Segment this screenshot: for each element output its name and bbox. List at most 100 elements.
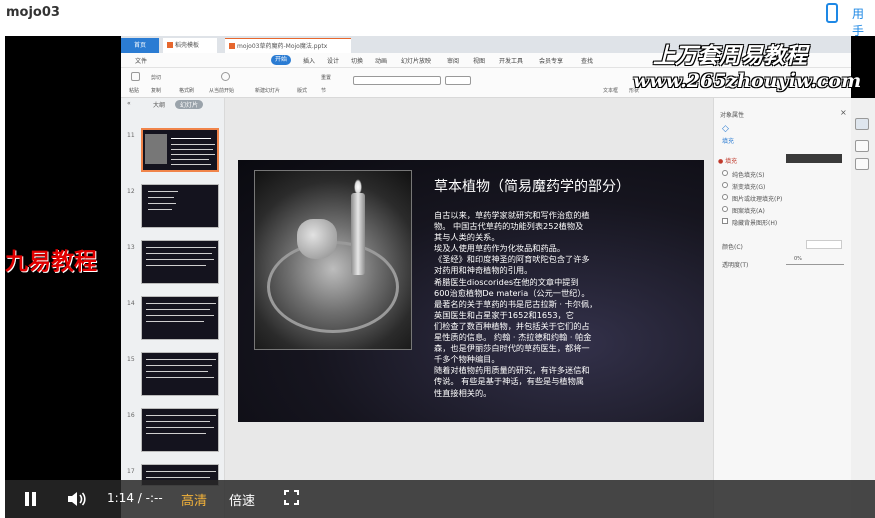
- radio-pattern[interactable]: [722, 206, 728, 212]
- slide-thumbnail-selected[interactable]: [141, 128, 219, 172]
- page-header: mojo03 用手: [0, 0, 875, 39]
- body-line: 物。 中国古代草药的功能列表252植物及: [434, 221, 584, 232]
- body-line: 600治愈植物De materia（公元一世纪）。: [434, 287, 590, 298]
- body-line: 千多个物种编目。: [434, 354, 500, 365]
- radio-picture[interactable]: [722, 194, 728, 200]
- slide-number: 17: [127, 468, 135, 475]
- radio-solid[interactable]: [722, 170, 728, 176]
- page-title: mojo03: [6, 5, 60, 20]
- menu-view[interactable]: 视图: [473, 56, 485, 65]
- current-slide[interactable]: 草本植物（简易魔药学的部分） 自古以来，草药学家就研究和写作治愈的植 物。 中国…: [238, 160, 704, 422]
- slide-number: 14: [127, 300, 135, 307]
- menu-file[interactable]: 文件: [135, 56, 147, 65]
- watermark-url: www.265zhouyiw.com: [633, 70, 862, 92]
- cut-button[interactable]: 剪切: [151, 74, 161, 81]
- tab-home[interactable]: 首页: [121, 38, 159, 53]
- font-size-select[interactable]: [445, 76, 471, 85]
- paste-icon[interactable]: [131, 72, 140, 81]
- object-properties-panel: 对象属性 × ◇ 填充 ● 填充 纯色填充(S) 渐变填充(G) 图片或纹理填充…: [713, 98, 851, 518]
- hide-background-checkbox[interactable]: [722, 218, 728, 224]
- layers-icon[interactable]: [855, 158, 869, 170]
- menu-design[interactable]: 设计: [327, 56, 339, 65]
- slideshow-icon[interactable]: [221, 72, 230, 81]
- body-line: 对药用和神奇植物的引用。: [434, 265, 533, 276]
- option-solid: 纯色填充(S): [732, 172, 765, 179]
- body-line: 传说。 有些是基于神话，有些是与植物属: [434, 376, 584, 387]
- tab-slides[interactable]: 幻灯片: [175, 100, 204, 109]
- user-link[interactable]: 用手: [852, 5, 875, 39]
- color-label: 颜色(C): [722, 244, 743, 251]
- menu-search[interactable]: 查找: [581, 56, 593, 65]
- fullscreen-icon[interactable]: [284, 490, 299, 505]
- tab-template[interactable]: 稻壳模板: [163, 38, 217, 53]
- color-dropdown[interactable]: [806, 240, 842, 249]
- slide-number: 15: [127, 356, 135, 363]
- option-pattern: 图案填充(A): [732, 208, 765, 215]
- fill-tab[interactable]: 填充: [722, 136, 734, 145]
- format-painter-button[interactable]: 格式刷: [179, 87, 194, 94]
- paste-button[interactable]: 粘贴: [129, 87, 139, 94]
- candle-shape: [351, 193, 365, 275]
- properties-title: 对象属性: [720, 112, 745, 119]
- slide-number: 13: [127, 244, 135, 251]
- properties-toggle-icon[interactable]: [855, 118, 869, 130]
- quality-button[interactable]: 高清: [181, 490, 207, 509]
- pause-icon[interactable]: [24, 492, 37, 506]
- textbox-button[interactable]: 文本框: [603, 87, 618, 94]
- slide-body-text[interactable]: 自古以来，草药学家就研究和写作治愈的植 物。 中国古代草药的功能列表252植物及…: [434, 210, 630, 399]
- slide-canvas[interactable]: 草本植物（简易魔药学的部分） 自古以来，草药学家就研究和写作治愈的植 物。 中国…: [225, 98, 713, 518]
- slide-number: 12: [127, 188, 135, 195]
- from-current-button[interactable]: 从当前开始: [209, 87, 234, 94]
- pouch-shape: [297, 219, 337, 259]
- reset-button[interactable]: 重置: [321, 74, 331, 81]
- tab-file[interactable]: mojo03草药魔药-Mojo魔法.pptx: [225, 38, 351, 53]
- speed-button[interactable]: 倍速: [229, 490, 255, 509]
- body-line: 随着对植物药用质量的研究，有许多迷信和: [434, 365, 590, 376]
- fill-color-swatch[interactable]: [786, 154, 842, 163]
- flame-shape: [354, 179, 362, 195]
- slide-thumbnail[interactable]: [141, 352, 219, 396]
- slide-number: 11: [127, 132, 135, 139]
- new-slide-button[interactable]: 新建幻灯片: [255, 87, 280, 94]
- transparency-label: 透明度(T): [722, 262, 749, 269]
- menu-slideshow[interactable]: 幻灯片放映: [401, 56, 431, 65]
- menu-member[interactable]: 会员专享: [539, 56, 563, 65]
- herbs-candle-photo[interactable]: [254, 170, 412, 350]
- body-line: 《圣经》和印度神圣的阿育吠陀包含了许多: [434, 254, 590, 265]
- slide-thumbnail[interactable]: [141, 184, 219, 228]
- tab-outline[interactable]: 大纲: [153, 100, 165, 109]
- font-select[interactable]: [353, 76, 441, 85]
- panel-tabs: « 大纲 幻灯片: [121, 98, 225, 112]
- menu-animation[interactable]: 动画: [375, 56, 387, 65]
- pin-icon[interactable]: [855, 140, 869, 152]
- section-button[interactable]: 节: [321, 87, 326, 94]
- radio-gradient[interactable]: [722, 182, 728, 188]
- layout-button[interactable]: 版式: [297, 87, 307, 94]
- player-controls: 1:14 / -:-- 高清 倍速: [5, 480, 875, 518]
- slide-title[interactable]: 草本植物（简易魔药学的部分）: [434, 176, 630, 196]
- body-line: 性直接相关的。: [434, 387, 492, 398]
- slide-thumbnail[interactable]: [141, 408, 219, 452]
- body-line: 其与人类的关系。: [434, 232, 500, 243]
- menu-start[interactable]: 开始: [271, 55, 292, 65]
- close-icon[interactable]: ×: [840, 108, 847, 117]
- copy-button[interactable]: 复制: [151, 87, 161, 94]
- slide-thumbnail-panel: « 大纲 幻灯片 11 12 13 14 15 16 17: [121, 98, 225, 518]
- body-line: 星性质的信息。 约翰 · 杰拉德和约翰 · 帕金: [434, 332, 592, 343]
- tray-shape: [267, 241, 399, 333]
- tab-template-label: 稻壳模板: [175, 42, 200, 49]
- phone-icon[interactable]: [826, 3, 838, 23]
- video-player[interactable]: 首页 稻壳模板 mojo03草药魔药-Mojo魔法.pptx 文件 开始 插入 …: [5, 36, 875, 518]
- menu-insert[interactable]: 插入: [303, 56, 315, 65]
- slide-thumbnail[interactable]: [141, 240, 219, 284]
- collapse-icon[interactable]: «: [127, 100, 131, 107]
- fill-section-label: ● 填充: [718, 158, 738, 165]
- fill-icon[interactable]: ◇: [722, 124, 729, 134]
- body-line: 自古以来，草药学家就研究和写作治愈的植: [434, 210, 590, 220]
- menu-review[interactable]: 审阅: [447, 56, 459, 65]
- menu-transition[interactable]: 切换: [351, 56, 363, 65]
- menu-devtools[interactable]: 开发工具: [499, 56, 523, 65]
- slide-thumbnail[interactable]: [141, 296, 219, 340]
- volume-icon[interactable]: [67, 491, 87, 507]
- transparency-slider[interactable]: [786, 264, 844, 265]
